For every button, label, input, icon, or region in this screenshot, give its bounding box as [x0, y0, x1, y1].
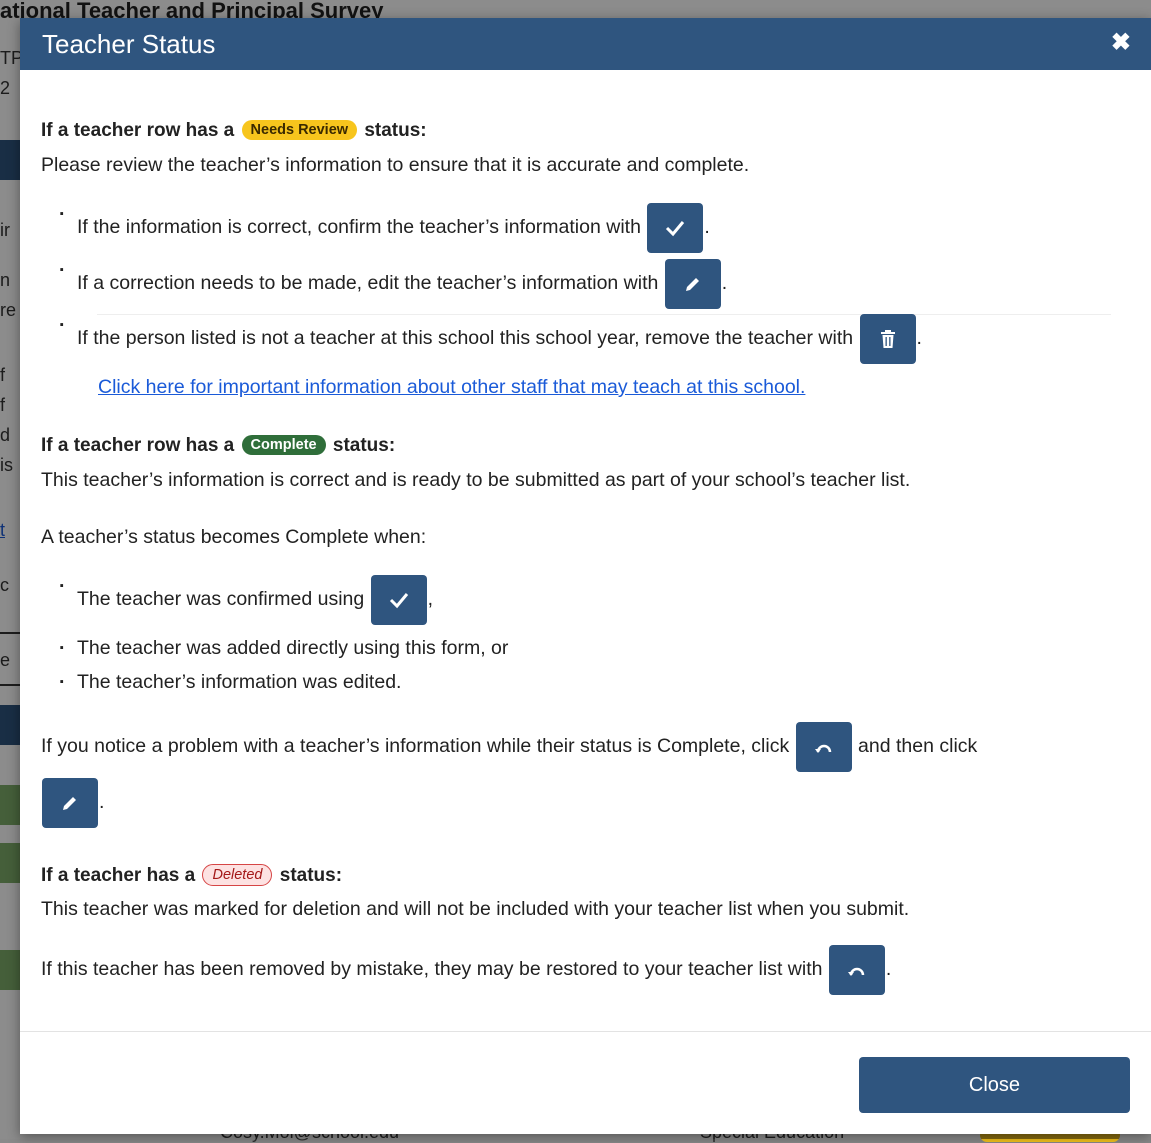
comma: , [427, 588, 434, 611]
bullet-added: The teacher was added directly using thi… [59, 637, 508, 660]
complete-problem-text: If you notice a problem with a teacher’s… [41, 722, 977, 772]
needs-review-badge: Needs Review [241, 120, 358, 140]
deleted-badge: Deleted [202, 864, 273, 886]
bullet-remove: If the person listed is not a teacher at… [59, 314, 922, 364]
bullet-edit: If a correction needs to be made, edit t… [59, 259, 728, 309]
pencil-icon [42, 778, 98, 828]
bullet-edit-text: If a correction needs to be made, edit t… [77, 272, 659, 295]
undo-icon [828, 945, 885, 995]
period: . [99, 791, 105, 814]
heading-prefix: If a teacher has a [41, 865, 196, 886]
heading-suffix: status: [279, 865, 343, 886]
bullet-confirmed: The teacher was confirmed using , [59, 575, 434, 625]
close-x-icon[interactable]: ✖ [1111, 30, 1131, 56]
heading-prefix: If a teacher row has a [41, 120, 235, 141]
restore-text: If this teacher has been removed by mist… [41, 958, 823, 981]
heading-prefix: If a teacher row has a [41, 435, 235, 456]
deleted-restore-text: If this teacher has been removed by mist… [41, 945, 891, 995]
needs-review-heading: If a teacher row has a Needs Review stat… [41, 120, 427, 142]
complete-badge: Complete [241, 435, 326, 455]
bullet-confirm-text: If the information is correct, confirm t… [77, 216, 641, 239]
footer-divider [20, 1031, 1151, 1032]
needs-review-intro: Please review the teacher’s information … [41, 154, 750, 176]
modal-title: Teacher Status [42, 29, 216, 59]
teacher-status-modal: Teacher Status ✖ If a teacher row has a … [20, 18, 1151, 1134]
close-button[interactable]: Close [859, 1057, 1130, 1113]
bullet-edited: The teacher’s information was edited. [59, 671, 401, 694]
problem-prefix: If you notice a problem with a teacher’s… [41, 735, 790, 758]
problem-middle: and then click [858, 735, 978, 758]
bullet-confirm: If the information is correct, confirm t… [59, 203, 710, 253]
heading-suffix: status: [332, 435, 396, 456]
period: . [916, 327, 922, 350]
period: . [721, 272, 728, 295]
modal-header: Teacher Status ✖ [20, 18, 1151, 70]
complete-problem-continued: . [41, 778, 104, 828]
deleted-heading: If a teacher has a Deleted status: [41, 864, 342, 887]
check-icon [647, 203, 704, 253]
pencil-icon [664, 259, 721, 309]
other-staff-info-link[interactable]: Click here for important information abo… [98, 376, 805, 399]
complete-heading: If a teacher row has a Complete status: [41, 435, 395, 457]
complete-becomes-text: A teacher’s status becomes Complete when… [41, 526, 427, 548]
period: . [885, 958, 892, 981]
period: . [704, 216, 710, 239]
undo-icon [795, 722, 852, 772]
heading-suffix: status: [364, 120, 427, 141]
trash-icon [859, 314, 916, 364]
deleted-intro: This teacher was marked for deletion and… [41, 898, 910, 920]
complete-intro: This teacher’s information is correct an… [41, 469, 911, 491]
check-icon [370, 575, 427, 625]
bullet-remove-text: If the person listed is not a teacher at… [77, 327, 854, 350]
bullet-confirmed-text: The teacher was confirmed using [77, 588, 365, 611]
